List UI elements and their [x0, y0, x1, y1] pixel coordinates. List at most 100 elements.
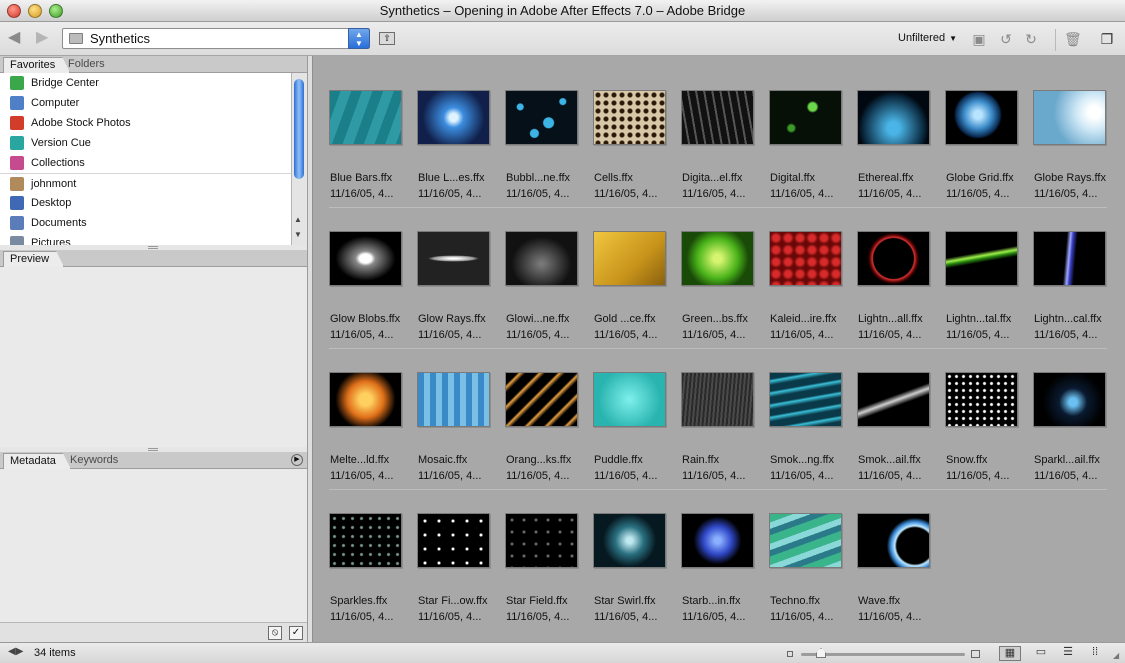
thumbnail-date: 11/16/05, 4... [770, 329, 834, 341]
rotate-left-icon[interactable]: ↺ [998, 31, 1014, 47]
thumbnail-date: 11/16/05, 4... [946, 329, 1010, 341]
thumbnail-image[interactable] [505, 90, 578, 145]
thumbnail-image[interactable] [329, 513, 402, 568]
thumbnail-image[interactable] [857, 231, 930, 286]
computer-icon [10, 96, 24, 110]
thumbnail-image[interactable] [417, 231, 490, 286]
thumbnail-image[interactable] [769, 231, 842, 286]
versions-view-button[interactable]: ⁞⁞ [1084, 646, 1106, 661]
favorites-scrollbar[interactable]: ▲ ▼ [291, 73, 306, 245]
favorite-item[interactable]: johnmont [0, 173, 291, 193]
thumbnail-image[interactable] [417, 90, 490, 145]
back-arrow-icon[interactable]: ◀ [8, 30, 20, 46]
thumbnail-filename: Kaleid...ire.ffx [770, 313, 837, 325]
thumbnail-image[interactable] [593, 231, 666, 286]
left-panels: Favorites Folders Bridge Center Computer A… [0, 56, 307, 642]
favorite-item[interactable]: Desktop [0, 193, 291, 213]
thumbnail-image[interactable] [681, 231, 754, 286]
tab-metadata[interactable]: Metadata [3, 453, 71, 469]
thumbnail-image[interactable] [505, 231, 578, 286]
item-count: 34 items [34, 647, 76, 659]
thumbnail-size-slider-knob[interactable] [816, 648, 826, 658]
thumbnail-image[interactable] [945, 372, 1018, 427]
thumbnail-image[interactable] [505, 372, 578, 427]
favorite-item[interactable]: Adobe Stock Photos [0, 113, 291, 133]
scrollbar-thumb[interactable] [294, 79, 304, 179]
thumbnail-image[interactable] [329, 231, 402, 286]
forward-arrow-icon[interactable]: ▶ [36, 30, 48, 46]
thumbnail-date: 11/16/05, 4... [858, 470, 922, 482]
panel-resize-grip[interactable] [148, 448, 158, 451]
thumbnail-image[interactable] [945, 90, 1018, 145]
thumbnail-image[interactable] [329, 90, 402, 145]
thumbnail-image[interactable] [769, 513, 842, 568]
scroll-down-icon[interactable]: ▼ [294, 230, 302, 239]
close-window-button[interactable] [7, 4, 21, 18]
thumbnail-filename: Smok...ng.ffx [770, 454, 834, 466]
tab-folders[interactable]: Folders [62, 57, 119, 73]
thumbnail-filename: Blue L...es.ffx [418, 172, 485, 184]
thumbnail-filename: Digital.ffx [770, 172, 816, 184]
tab-keywords[interactable]: Keywords [64, 453, 132, 469]
favorite-item[interactable]: Documents [0, 213, 291, 233]
thumbnail-date: 11/16/05, 4... [682, 611, 746, 623]
thumbnail-image[interactable] [593, 372, 666, 427]
favorite-item[interactable]: Computer [0, 93, 291, 113]
thumbnail-image[interactable] [593, 90, 666, 145]
thumbnail-image[interactable] [857, 372, 930, 427]
cancel-icon[interactable]: ⦸ [268, 626, 282, 640]
filter-menu[interactable]: Unfiltered ▼ [898, 32, 957, 44]
thumbnail-image[interactable] [329, 372, 402, 427]
trash-icon[interactable]: 🗑 [1064, 31, 1082, 47]
thumbnails-view-button[interactable]: ▦ [999, 646, 1021, 661]
scroll-up-icon[interactable]: ▲ [294, 215, 302, 224]
thumbnail-image[interactable] [681, 90, 754, 145]
thumbnail-image[interactable] [945, 231, 1018, 286]
new-folder-icon[interactable]: ▣ [971, 31, 987, 47]
thumbnail-large-icon[interactable] [971, 650, 980, 658]
favorite-item[interactable]: Version Cue [0, 133, 291, 153]
thumbnail-filename: Puddle.ffx [594, 454, 643, 466]
thumbnail-date: 11/16/05, 4... [946, 470, 1010, 482]
thumbnail-image[interactable] [1033, 372, 1106, 427]
thumbnail-image[interactable] [417, 372, 490, 427]
panel-resize-grip[interactable] [148, 246, 158, 249]
thumbnail-filename: Cells.ffx [594, 172, 633, 184]
zoom-window-button[interactable] [49, 4, 63, 18]
apply-checkmark-icon[interactable]: ✓ [289, 626, 303, 640]
favorite-item[interactable]: Pictures [0, 233, 291, 245]
thumbnail-image[interactable] [1033, 90, 1106, 145]
thumbnail-image[interactable] [505, 513, 578, 568]
thumbnail-image[interactable] [857, 90, 930, 145]
favorite-item[interactable]: Collections [0, 153, 291, 173]
tab-preview[interactable]: Preview [3, 251, 64, 267]
thumbnail-image[interactable] [681, 372, 754, 427]
thumbnail-image[interactable] [417, 513, 490, 568]
row-divider [329, 348, 1107, 349]
thumbnail-image[interactable] [593, 513, 666, 568]
favorite-item[interactable]: Bridge Center [0, 73, 291, 93]
path-dropdown[interactable]: Synthetics ▲ ▼ [62, 28, 370, 49]
panel-menu-icon[interactable]: ▶ [291, 454, 303, 466]
thumbnail-image[interactable] [1033, 231, 1106, 286]
thumbnail-date: 11/16/05, 4... [418, 611, 482, 623]
tab-favorites[interactable]: Favorites [3, 57, 70, 73]
compact-mode-icon[interactable]: ❐ [1099, 31, 1115, 47]
resize-grip-icon[interactable]: ◢ [1113, 651, 1119, 660]
thumbnail-image[interactable] [857, 513, 930, 568]
thumbnail-small-icon[interactable] [787, 651, 793, 657]
filmstrip-view-button[interactable]: ▭ [1030, 646, 1052, 661]
thumbnail-date: 11/16/05, 4... [1034, 470, 1098, 482]
thumbnail-filename: Blue Bars.ffx [330, 172, 393, 184]
thumbnail-image[interactable] [769, 90, 842, 145]
minimize-window-button[interactable] [28, 4, 42, 18]
thumbnail-image[interactable] [769, 372, 842, 427]
version-cue-icon [10, 136, 24, 150]
path-popup-stepper-icon[interactable]: ▲ ▼ [348, 28, 370, 49]
rotate-right-icon[interactable]: ↻ [1023, 31, 1039, 47]
thumbnail-image[interactable] [681, 513, 754, 568]
toggle-panes-icon[interactable]: ◀▶ [8, 646, 23, 657]
toolbar-divider [1055, 29, 1056, 51]
details-view-button[interactable]: ☰ [1057, 646, 1079, 661]
go-up-folder-icon[interactable]: ⇧ [379, 32, 395, 45]
